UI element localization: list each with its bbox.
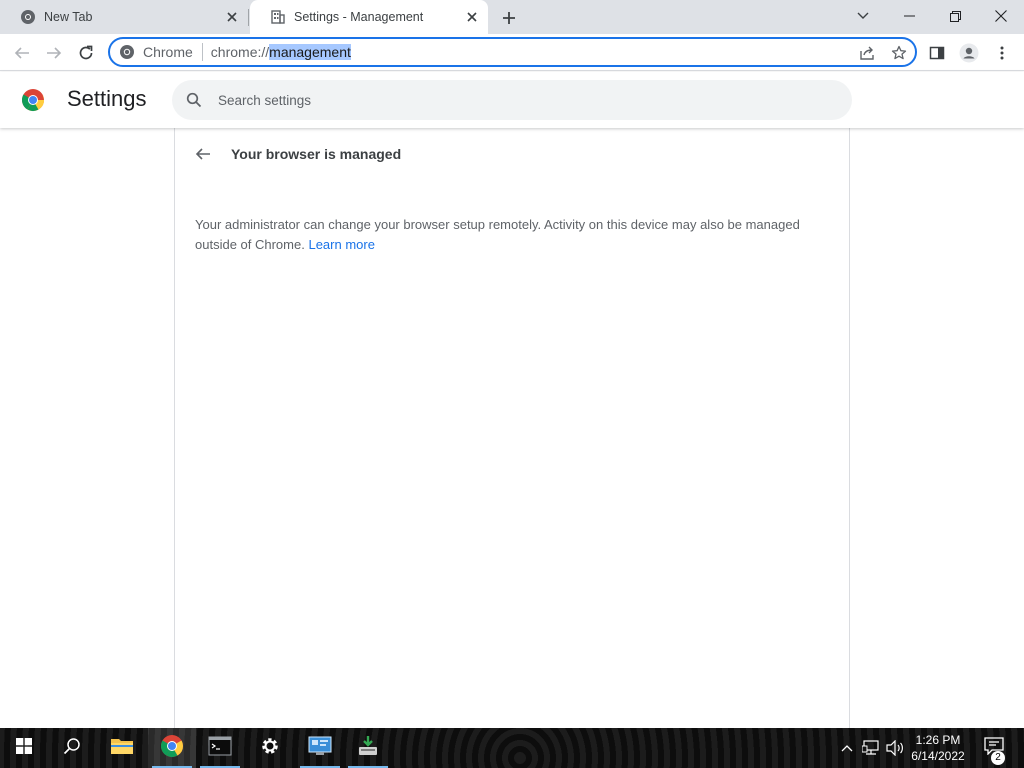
tab-search-chevron-icon[interactable]: [840, 0, 886, 32]
side-panel-icon[interactable]: [923, 39, 951, 67]
reload-button[interactable]: [72, 39, 100, 67]
profile-avatar-icon[interactable]: [955, 39, 983, 67]
search-input[interactable]: [218, 92, 818, 108]
folder-icon: [110, 736, 134, 761]
taskbar-chrome[interactable]: [148, 728, 196, 768]
url-selected: management: [269, 44, 351, 60]
taskbar-search-button[interactable]: [48, 728, 96, 768]
management-description: Your administrator can change your brows…: [195, 215, 825, 255]
taskbar-file-explorer[interactable]: [98, 728, 146, 768]
taskbar-installer[interactable]: [344, 728, 392, 768]
gear-icon: [260, 736, 280, 761]
taskbar-clock[interactable]: 1:26 PM 6/14/2022: [904, 732, 972, 764]
description-text: Your administrator can change your brows…: [195, 217, 800, 252]
url-text[interactable]: chrome://management: [211, 44, 351, 60]
taskbar-control-panel[interactable]: [296, 728, 344, 768]
settings-header: Settings: [0, 72, 1024, 128]
close-window-button[interactable]: [978, 0, 1024, 32]
network-icon[interactable]: [860, 728, 882, 768]
restore-button[interactable]: [932, 0, 978, 32]
terminal-icon: [208, 736, 232, 761]
tab-title: Settings - Management: [294, 10, 424, 24]
browser-toolbar: Chrome chrome://management: [0, 34, 1024, 71]
windows-taskbar: 1:26 PM 6/14/2022 2: [0, 728, 1024, 768]
clock-time: 1:26 PM: [915, 733, 961, 747]
page-title: Settings: [67, 86, 147, 111]
tab-title: New Tab: [44, 10, 93, 24]
tab-new-tab[interactable]: New Tab: [0, 0, 248, 34]
notification-center-button[interactable]: 2: [980, 728, 1008, 768]
omnibox-divider: [201, 43, 203, 61]
back-button[interactable]: [8, 39, 36, 67]
chip-label: Chrome: [143, 44, 193, 60]
taskbar-terminal[interactable]: [196, 728, 244, 768]
start-button[interactable]: [0, 728, 48, 768]
bookmark-star-icon[interactable]: [890, 44, 908, 62]
settings-content: Your browser is managed Your administrat…: [0, 128, 1024, 728]
minimize-button[interactable]: [886, 0, 932, 32]
close-tab-icon[interactable]: [222, 7, 242, 27]
close-tab-icon[interactable]: [462, 7, 482, 27]
tab-separator: [248, 9, 249, 26]
new-tab-button[interactable]: [498, 7, 520, 29]
tray-overflow-chevron-icon[interactable]: [838, 728, 856, 768]
menu-kebab-icon[interactable]: [988, 39, 1016, 67]
search-icon: [63, 737, 81, 760]
management-heading: Your browser is managed: [231, 146, 402, 162]
forward-button[interactable]: [40, 39, 68, 67]
share-icon[interactable]: [858, 44, 876, 62]
taskbar-settings[interactable]: [246, 728, 294, 768]
installer-icon: [356, 735, 380, 762]
chrome-logo-icon: [21, 88, 45, 112]
tab-settings-management[interactable]: Settings - Management: [250, 0, 488, 34]
notification-count-badge: 2: [991, 751, 1005, 765]
site-info-chip[interactable]: Chrome: [119, 44, 193, 60]
url-prefix: chrome://: [210, 44, 270, 60]
chrome-icon: [20, 9, 36, 25]
clock-date: 6/14/2022: [911, 749, 965, 763]
tab-strip: New Tab Settings - Management: [0, 0, 1024, 34]
chrome-icon: [160, 734, 184, 763]
search-settings-box[interactable]: [172, 80, 852, 120]
management-card: Your browser is managed Your administrat…: [174, 128, 850, 728]
volume-icon[interactable]: [884, 728, 906, 768]
learn-more-link[interactable]: Learn more: [308, 237, 374, 252]
building-icon: [270, 9, 286, 25]
back-arrow-icon[interactable]: [191, 142, 215, 166]
search-icon: [184, 90, 204, 110]
chrome-icon: [119, 44, 135, 60]
control-panel-icon: [308, 736, 332, 761]
address-bar[interactable]: Chrome chrome://management: [108, 37, 917, 67]
windows-logo-icon: [16, 737, 32, 759]
